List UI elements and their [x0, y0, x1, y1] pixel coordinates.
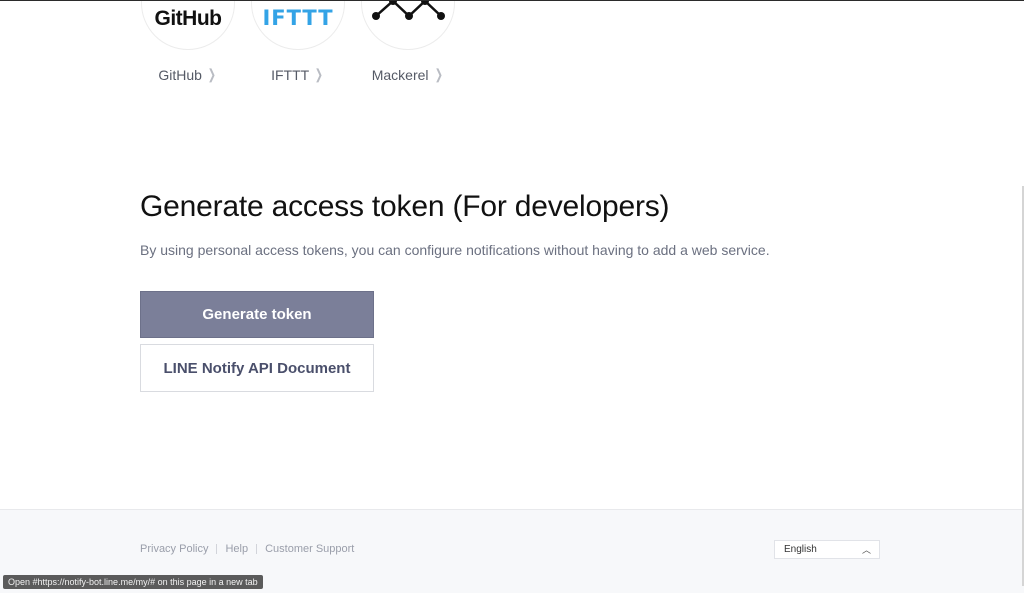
- ifttt-logo: IFTTT: [262, 6, 334, 30]
- chevron-right-icon: ❯: [434, 66, 443, 82]
- ifttt-logo-circle: IFTTT: [251, 1, 345, 50]
- service-ifttt[interactable]: IFTTT IFTTT ❯: [250, 1, 346, 83]
- browser-status-bar: Open #https://notify-bot.line.me/my/# on…: [3, 575, 263, 589]
- service-list: GitHub GitHub ❯ IFTTT IFTTT ❯ Mackerel ❯: [140, 1, 456, 83]
- chevron-up-icon: ︿: [861, 545, 871, 555]
- developer-section-title: Generate access token (For developers): [140, 190, 670, 223]
- footer-separator: [216, 544, 218, 554]
- generate-token-button[interactable]: Generate token: [140, 291, 374, 338]
- service-github[interactable]: GitHub GitHub ❯: [140, 1, 236, 83]
- chevron-right-icon: ❯: [314, 66, 324, 82]
- service-mackerel[interactable]: Mackerel ❯: [360, 1, 456, 83]
- language-select-value: English: [784, 544, 817, 555]
- developer-section-description: By using personal access tokens, you can…: [140, 242, 770, 258]
- github-logo-circle: GitHub: [141, 1, 235, 50]
- mackerel-logo-circle: [361, 1, 455, 50]
- chevron-right-icon: ❯: [207, 66, 216, 82]
- help-link[interactable]: Help: [225, 543, 248, 555]
- customer-support-link[interactable]: Customer Support: [265, 543, 354, 555]
- service-label-github: GitHub: [158, 66, 202, 83]
- service-label-mackerel: Mackerel: [371, 66, 429, 83]
- footer-links: Privacy Policy Help Customer Support: [140, 543, 354, 555]
- language-select[interactable]: English ︿: [774, 540, 880, 559]
- page-viewport: GitHub GitHub ❯ IFTTT IFTTT ❯ Mackerel ❯…: [0, 0, 1024, 593]
- mackerel-logo-icon: [372, 1, 445, 20]
- api-document-button[interactable]: LINE Notify API Document: [140, 344, 374, 392]
- footer-separator: [256, 544, 258, 554]
- github-logo: GitHub: [154, 7, 222, 30]
- service-label-ifttt: IFTTT: [271, 66, 310, 83]
- privacy-policy-link[interactable]: Privacy Policy: [140, 543, 208, 555]
